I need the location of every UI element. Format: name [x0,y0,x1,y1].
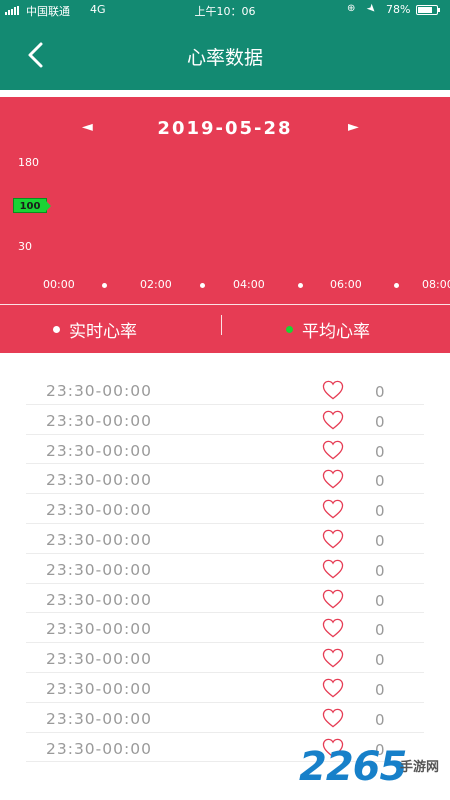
record-bpm: 0 [375,710,385,729]
record-bpm: 0 [375,502,385,521]
heart-icon [322,529,344,549]
battery-icon [416,5,440,15]
record-time: 23:30-00:00 [46,650,152,669]
legend-realtime[interactable]: 实时心率 [53,317,137,342]
record-bpm: 0 [375,651,385,670]
heart-rate-chart-panel: ◄ 2019-05-28 ► 180 100 30 00:00 02:00 04… [0,97,450,353]
chart-legend: 实时心率 平均心率 [0,305,450,353]
record-bpm: 0 [375,383,385,401]
record-time: 23:30-00:00 [46,382,152,400]
record-row[interactable]: 23:30-00:00 0 [26,584,424,614]
record-row[interactable]: 23:30-00:00 0 [26,405,424,435]
x-axis-dot [298,283,303,288]
x-axis-dot [200,283,205,288]
x-axis[interactable]: 00:00 02:00 04:00 06:00 08:00 [0,275,450,295]
y-tick-label: 30 [18,240,32,253]
date-selector: ◄ 2019-05-28 ► [0,97,450,163]
record-time: 23:30-00:00 [46,560,152,579]
x-axis-dot [102,283,107,288]
legend-dot [286,326,293,333]
watermark-text: 手游网 [400,760,440,775]
record-row[interactable]: 23:30-00:00 0 [26,554,424,584]
record-time: 23:30-00:00 [46,411,152,430]
heart-icon [322,708,344,728]
legend-dot [53,326,60,333]
current-date: 2019-05-28 [157,118,293,139]
record-bpm: 0 [375,680,385,699]
x-tick-label: 08:00 [422,278,450,291]
record-row[interactable]: 23:30-00:00 0 [26,524,424,554]
record-time: 23:30-00:00 [46,739,152,758]
legend-label: 实时心率 [69,322,137,342]
battery-percentage: 78% [386,3,411,16]
x-tick-label: 06:00 [330,278,362,291]
record-bpm: 0 [375,472,385,491]
record-bpm: 0 [375,442,385,461]
site-watermark: 2265 手游网 [299,744,449,792]
record-time: 23:30-00:00 [46,441,152,460]
record-bpm: 0 [375,531,385,550]
record-time: 23:30-00:00 [46,679,152,698]
legend-average[interactable]: 平均心率 [286,317,370,342]
record-bpm: 0 [375,561,385,580]
status-time: 上午10：06 [194,5,256,18]
x-tick-label: 00:00 [43,278,75,291]
record-row[interactable]: 23:30-00:00 0 [26,375,424,405]
heart-icon [322,499,344,519]
heart-icon [322,410,344,430]
y-tick-label: 180 [18,156,39,169]
record-time: 23:30-00:00 [46,471,152,490]
heart-icon [322,678,344,698]
x-axis-dot [394,283,399,288]
current-value-marker: 100 [13,198,51,213]
record-time: 23:30-00:00 [46,530,152,549]
record-row[interactable]: 23:30-00:00 0 [26,703,424,733]
record-row[interactable]: 23:30-00:00 0 [26,643,424,673]
heart-icon [322,440,344,460]
record-row[interactable]: 23:30-00:00 0 [26,613,424,644]
legend-divider [221,315,222,335]
rotation-lock-icon: ⊕ [347,3,356,14]
x-tick-label: 04:00 [233,278,265,291]
page-title: 心率数据 [186,47,263,69]
record-time: 23:30-00:00 [46,501,152,520]
heart-icon [322,618,344,638]
heart-icon [322,648,344,668]
record-time: 23:30-00:00 [46,590,152,609]
record-row[interactable]: 23:30-00:00 0 [26,673,424,703]
record-row[interactable]: 23:30-00:00 0 [26,435,424,465]
record-row[interactable]: 23:30-00:00 0 [26,494,424,524]
watermark-number: 2265 [299,744,407,790]
record-bpm: 0 [375,621,385,640]
record-row[interactable]: 23:30-00:00 0 [26,464,424,495]
legend-label: 平均心率 [302,322,370,342]
status-bar: 中国联通 4G 上午10：06 ⊕ ➤ 78% [0,0,450,20]
record-time: 23:30-00:00 [46,620,152,639]
heart-rate-record-list: 23:30-00:00 0 23:30-00:00 0 23:30-00:00 0 23:3… [0,375,450,763]
nav-bar: 心率数据 [0,20,450,90]
heart-icon [322,589,344,609]
record-time: 23:30-00:00 [46,709,152,728]
next-date-button[interactable]: ► [348,119,359,135]
heart-icon [322,380,344,400]
heart-icon [322,469,344,489]
record-bpm: 0 [375,412,385,431]
heart-icon [322,559,344,579]
x-tick-label: 02:00 [140,278,172,291]
record-bpm: 0 [375,591,385,610]
